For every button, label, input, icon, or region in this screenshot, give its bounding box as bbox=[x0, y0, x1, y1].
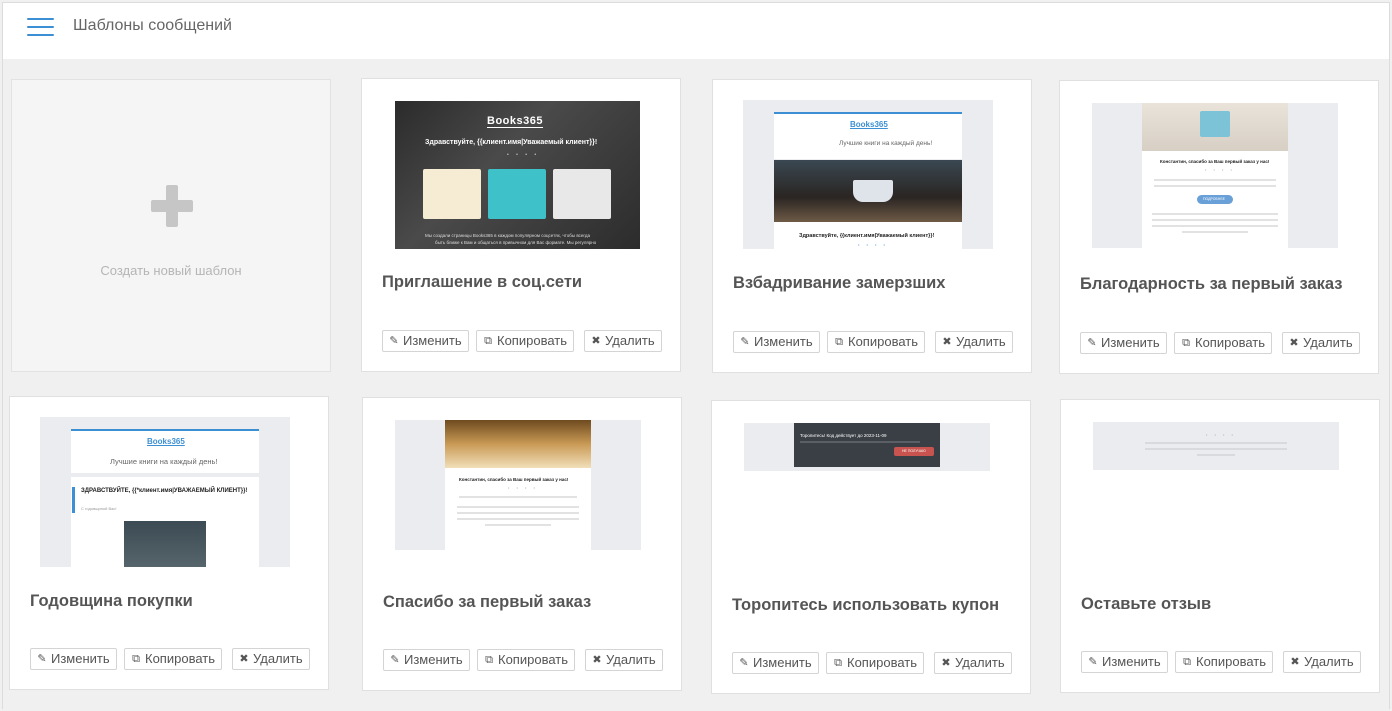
template-card: Books365 Лучшие книги на каждый день! Зд… bbox=[712, 79, 1032, 373]
delete-button[interactable]: ✖ Удалить bbox=[1282, 332, 1360, 354]
copy-icon: ⧉ bbox=[1182, 337, 1190, 349]
template-card: • • • • Оставьте отзыв ✎ Изменить ⧉ Копиро… bbox=[1060, 399, 1380, 693]
template-title: Торопитесь использовать купон bbox=[732, 596, 1000, 614]
template-preview[interactable]: • • • • bbox=[1093, 422, 1339, 470]
preview-image bbox=[124, 521, 206, 567]
copy-button[interactable]: ⧉ Копировать bbox=[476, 330, 574, 352]
pencil-icon: ✎ bbox=[1087, 337, 1097, 349]
close-icon: ✖ bbox=[1289, 337, 1299, 349]
pencil-icon: ✎ bbox=[390, 654, 400, 666]
edit-button[interactable]: ✎ Изменить bbox=[1081, 651, 1168, 673]
edit-button[interactable]: ✎ Изменить bbox=[383, 649, 470, 671]
template-card: Торопитесь! Код действует до 2023-11-09 … bbox=[711, 400, 1031, 694]
create-template-card[interactable]: Создать новый шаблон bbox=[11, 79, 331, 372]
top-bar: Шаблоны сообщений bbox=[2, 2, 1390, 59]
template-title: Благодарность за первый заказ bbox=[1080, 275, 1343, 293]
preview-dots: • • • • bbox=[1206, 432, 1236, 437]
template-card: Константин, спасибо за Ваш первый заказ … bbox=[1059, 80, 1379, 374]
preview-tile bbox=[488, 169, 546, 219]
close-icon: ✖ bbox=[239, 653, 249, 665]
template-card: Константин, спасибо за Ваш первый заказ … bbox=[362, 397, 682, 691]
copy-icon: ⧉ bbox=[485, 654, 493, 666]
delete-button[interactable]: ✖ Удалить bbox=[935, 331, 1013, 353]
copy-icon: ⧉ bbox=[132, 653, 140, 665]
preview-greeting: Здравствуйте, {{клиент.имя|Уважаемый кли… bbox=[425, 139, 598, 146]
pencil-icon: ✎ bbox=[740, 336, 750, 348]
preview-cta: ПОДРОБНЕЕ bbox=[1203, 197, 1226, 201]
edit-button[interactable]: ✎ Изменить bbox=[732, 652, 819, 674]
edit-button[interactable]: ✎ Изменить bbox=[733, 331, 820, 353]
frame-border-right bbox=[1389, 59, 1390, 709]
template-title: Оставьте отзыв bbox=[1081, 595, 1212, 613]
template-preview[interactable]: Торопитесь! Код действует до 2023-11-09 … bbox=[744, 423, 990, 471]
close-icon: ✖ bbox=[1290, 656, 1300, 668]
delete-button[interactable]: ✖ Удалить bbox=[934, 652, 1012, 674]
copy-button[interactable]: ⧉ Копировать bbox=[1175, 651, 1273, 673]
pencil-icon: ✎ bbox=[389, 335, 399, 347]
delete-button[interactable]: ✖ Удалить bbox=[1283, 651, 1361, 673]
close-icon: ✖ bbox=[942, 336, 952, 348]
preview-footer: быть ближе к Вам и общаться в привычном … bbox=[435, 240, 597, 245]
preview-footer: Мы создали страницы Books365 в каждом по… bbox=[425, 233, 590, 238]
edit-button[interactable]: ✎ Изменить bbox=[1080, 332, 1167, 354]
preview-tile bbox=[553, 169, 611, 219]
template-title: Взбадривание замерзших bbox=[733, 274, 946, 292]
close-icon: ✖ bbox=[941, 657, 951, 669]
preview-dots: • • • • bbox=[507, 152, 540, 158]
preview-subtext: С годовщиной Вас! bbox=[81, 506, 117, 511]
plus-icon bbox=[151, 185, 193, 227]
copy-button[interactable]: ⧉ Копировать bbox=[827, 331, 925, 353]
template-title: Годовщина покупки bbox=[30, 592, 193, 610]
preview-logo: Books365 bbox=[850, 120, 888, 129]
template-preview[interactable]: Константин, спасибо за Ваш первый заказ … bbox=[395, 420, 641, 550]
preview-heading: Торопитесь! Код действует до 2023-11-09 bbox=[800, 433, 887, 438]
template-preview[interactable]: Константин, спасибо за Ваш первый заказ … bbox=[1092, 103, 1338, 248]
page-title: Шаблоны сообщений bbox=[73, 17, 232, 34]
frame-border-left bbox=[2, 59, 3, 709]
preview-tagline: Лучшие книги на каждый день! bbox=[110, 457, 218, 466]
template-preview[interactable]: Books365 Лучшие книги на каждый день! ЗД… bbox=[40, 417, 290, 567]
copy-button[interactable]: ⧉ Копировать bbox=[1174, 332, 1272, 354]
edit-button[interactable]: ✎ Изменить bbox=[30, 648, 117, 670]
preview-dots: • • • • bbox=[858, 242, 888, 247]
copy-icon: ⧉ bbox=[1183, 656, 1191, 668]
delete-button[interactable]: ✖ Удалить bbox=[585, 649, 663, 671]
copy-button[interactable]: ⧉ Копировать bbox=[477, 649, 575, 671]
create-template-label: Создать новый шаблон bbox=[100, 263, 242, 278]
pencil-icon: ✎ bbox=[739, 657, 749, 669]
preview-heading: ЗДРАВСТВУЙТЕ, {{*клиент.имя|УВАЖАЕМЫЙ КЛ… bbox=[81, 488, 248, 494]
delete-button[interactable]: ✖ Удалить bbox=[584, 330, 662, 352]
copy-icon: ⧉ bbox=[834, 657, 842, 669]
preview-tagline: Лучшие книги на каждый день! bbox=[839, 140, 933, 147]
copy-icon: ⧉ bbox=[835, 336, 843, 348]
template-title: Спасибо за первый заказ bbox=[383, 593, 592, 611]
pencil-icon: ✎ bbox=[1088, 656, 1098, 668]
preview-heading: Константин, спасибо за Ваш первый заказ … bbox=[1160, 159, 1270, 164]
preview-tile bbox=[423, 169, 481, 219]
edit-button[interactable]: ✎ Изменить bbox=[382, 330, 469, 352]
preview-cta: НЕ ПОЛУЧАЮ bbox=[902, 449, 926, 453]
preview-logo: Books365 bbox=[147, 437, 185, 446]
template-preview[interactable]: Books365 Лучшие книги на каждый день! Зд… bbox=[743, 100, 993, 249]
close-icon: ✖ bbox=[592, 654, 602, 666]
delete-button[interactable]: ✖ Удалить bbox=[232, 648, 310, 670]
preview-dots: • • • • bbox=[508, 485, 538, 490]
copy-button[interactable]: ⧉ Копировать bbox=[124, 648, 222, 670]
close-icon: ✖ bbox=[591, 335, 601, 347]
template-preview[interactable]: Books365 Здравствуйте, {{клиент.имя|Уваж… bbox=[395, 101, 640, 249]
copy-icon: ⧉ bbox=[484, 335, 492, 347]
pencil-icon: ✎ bbox=[37, 653, 47, 665]
template-title: Приглашение в соц.сети bbox=[382, 273, 583, 291]
copy-button[interactable]: ⧉ Копировать bbox=[826, 652, 924, 674]
preview-image bbox=[445, 420, 591, 468]
preview-logo: Books365 bbox=[487, 115, 543, 128]
preview-greeting: Здравствуйте, {{клиент.имя|Уважаемый кли… bbox=[799, 233, 935, 239]
hamburger-icon[interactable] bbox=[27, 18, 54, 38]
preview-heading: Константин, спасибо за Ваш первый заказ … bbox=[459, 477, 569, 482]
template-card: Books365 Здравствуйте, {{клиент.имя|Уваж… bbox=[361, 78, 681, 372]
template-card: Books365 Лучшие книги на каждый день! ЗД… bbox=[9, 396, 329, 690]
preview-dots: • • • • bbox=[1205, 167, 1235, 172]
